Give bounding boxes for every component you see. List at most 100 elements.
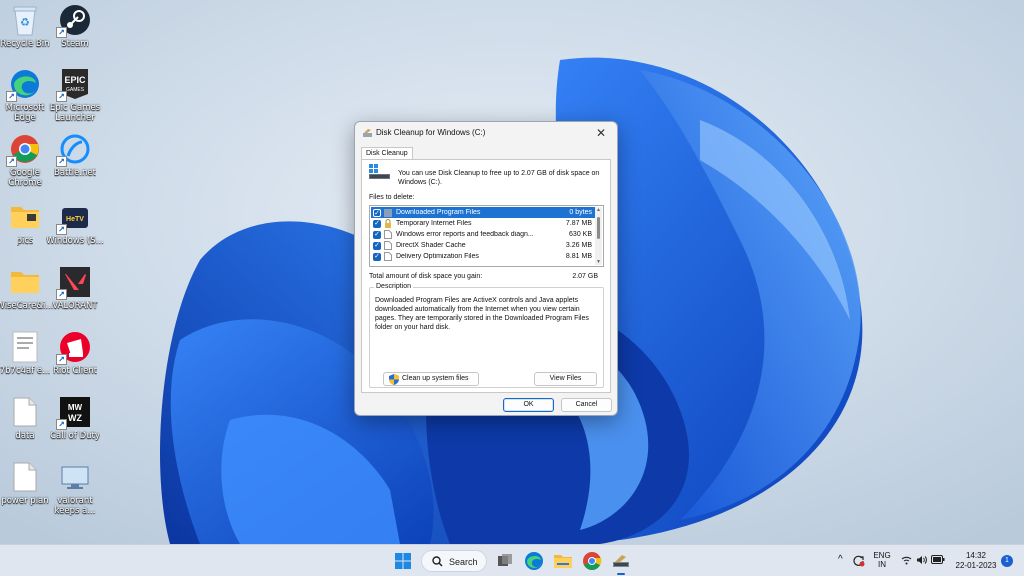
- lock-icon: [384, 219, 392, 228]
- desktop-icon-label: Epic Games Launcher: [49, 103, 101, 123]
- file-row-downloaded-program-files[interactable]: ✓ Downloaded Program Files 0 bytes: [371, 207, 595, 218]
- clock-time: 14:32: [965, 551, 987, 560]
- volume-icon[interactable]: [916, 555, 927, 565]
- shortcut-arrow-icon: ↗: [56, 224, 67, 235]
- shortcut-arrow-icon: ↗: [6, 156, 17, 167]
- folder-icon: [8, 200, 42, 234]
- ok-button[interactable]: OK: [503, 398, 554, 412]
- steam-icon: ↗: [56, 3, 92, 38]
- file-size: 3.26 MB: [565, 242, 592, 249]
- file-icon: [384, 230, 392, 239]
- desktop-icon-label: Riot Client: [52, 366, 98, 376]
- notification-badge[interactable]: 1: [1001, 555, 1013, 567]
- file-row-temporary-internet-files[interactable]: ✓ Temporary Internet Files 7.87 MB: [371, 218, 595, 229]
- valorant-icon: ↗: [56, 265, 92, 300]
- cancel-button[interactable]: Cancel: [561, 398, 612, 412]
- file-name: Downloaded Program Files: [396, 209, 481, 216]
- desktop-icon-epic-games[interactable]: EPIC GAMES ↗ Epic Games Launcher: [44, 67, 106, 129]
- file-row-windows-error-reports[interactable]: ✓ Windows error reports and feedback dia…: [371, 229, 595, 240]
- clean-up-system-files-button[interactable]: Clean up system files: [383, 372, 479, 386]
- shortcut-arrow-icon: ↗: [56, 27, 67, 38]
- scroll-down-arrow-icon[interactable]: ▼: [595, 259, 602, 265]
- svg-text:EPIC: EPIC: [64, 75, 86, 85]
- active-app-indicator: [617, 573, 625, 575]
- desktop-icon-valorant[interactable]: ↗ VALORANT: [44, 265, 106, 327]
- chevron-up-icon[interactable]: ^: [838, 554, 843, 565]
- description-group: Description Downloaded Program Files are…: [369, 283, 604, 388]
- drive-icon: [369, 164, 390, 179]
- file-checkbox[interactable]: ✓: [373, 241, 381, 250]
- svg-text:GAMES: GAMES: [66, 87, 85, 93]
- desktop-icon-call-of-duty[interactable]: MW WZ ↗ Call of Duty: [44, 395, 106, 457]
- language-indicator[interactable]: ENG IN: [873, 551, 891, 569]
- desktop-icon-label: Steam: [61, 39, 89, 49]
- shortcut-arrow-icon: ↗: [56, 354, 67, 365]
- svg-text:MW: MW: [68, 403, 83, 412]
- edge-icon: ↗: [6, 67, 42, 102]
- search-icon: [432, 556, 443, 567]
- file-explorer-icon[interactable]: [553, 551, 573, 571]
- folder-icon: [384, 208, 392, 217]
- battery-icon[interactable]: [931, 555, 945, 564]
- view-files-button[interactable]: View Files: [534, 372, 597, 386]
- file-checkbox[interactable]: ✓: [373, 230, 381, 239]
- document-thumbnail-icon: [8, 330, 42, 364]
- edge-taskbar-icon[interactable]: [524, 551, 544, 571]
- file-size: 0 bytes: [569, 209, 592, 216]
- file-icon: [384, 241, 392, 250]
- task-view-icon[interactable]: [495, 551, 515, 571]
- shortcut-arrow-icon: ↗: [56, 419, 67, 430]
- folder-icon: [8, 265, 42, 299]
- file-checkbox[interactable]: ✓: [373, 252, 381, 261]
- file-row-directx-shader-cache[interactable]: ✓ DirectX Shader Cache 3.26 MB: [371, 240, 595, 251]
- file-icon: [384, 252, 392, 261]
- files-to-delete-list[interactable]: ✓ Downloaded Program Files 0 bytes ✓ Tem…: [369, 205, 604, 267]
- dialog-titlebar[interactable]: Disk Cleanup for Windows (C:) ✕: [355, 122, 617, 144]
- text-file-icon: [8, 395, 42, 429]
- shortcut-arrow-icon: ↗: [56, 91, 67, 102]
- file-size: 7.87 MB: [565, 220, 592, 227]
- desktop-icon-label: Windows (S...: [46, 236, 104, 246]
- desktop-icon-label: valorant keeps a...: [54, 496, 96, 516]
- taskbar-search-box[interactable]: Search: [421, 550, 487, 572]
- svg-text:WZ: WZ: [68, 413, 82, 423]
- monitor-image-icon: [58, 460, 92, 494]
- shortcut-arrow-icon: ↗: [56, 156, 67, 167]
- scrollbar-thumb[interactable]: [597, 217, 600, 239]
- disk-cleanup-icon: [363, 129, 372, 137]
- desktop-icon-label: data: [15, 431, 35, 441]
- file-checkbox[interactable]: ✓: [373, 219, 381, 228]
- windows-start-icon[interactable]: [393, 551, 413, 571]
- files-list-scrollbar[interactable]: ▲ ▼: [595, 207, 602, 265]
- clock-date: 22-01-2023: [955, 561, 997, 570]
- disk-cleanup-dialog: Disk Cleanup for Windows (C:) ✕ Disk Cle…: [354, 121, 618, 416]
- riot-client-icon: ↗: [56, 330, 92, 365]
- desktop-icon-windows-app[interactable]: HeTV ↗ Windows (S...: [44, 200, 106, 262]
- file-size: 8.81 MB: [565, 253, 592, 260]
- wifi-icon[interactable]: [901, 555, 912, 565]
- shortcut-arrow-icon: ↗: [56, 289, 67, 300]
- file-checkbox[interactable]: ✓: [373, 208, 381, 217]
- chrome-taskbar-icon[interactable]: [582, 551, 602, 571]
- scroll-up-arrow-icon[interactable]: ▲: [595, 207, 602, 213]
- search-label: Search: [449, 557, 478, 567]
- desktop-icon-label: VALORANT: [52, 301, 98, 311]
- desktop-icon-valorant-image[interactable]: valorant keeps a...: [44, 460, 106, 522]
- svg-text:♻: ♻: [20, 16, 30, 29]
- region-code: IN: [878, 560, 886, 569]
- desktop-icon-label: Call of Duty: [50, 431, 100, 441]
- file-name: Temporary Internet Files: [396, 220, 472, 227]
- uac-shield-icon: [389, 374, 399, 385]
- clock[interactable]: 14:32 22-01-2023: [954, 551, 998, 571]
- file-row-delivery-optimization-files[interactable]: ✓ Delivery Optimization Files 8.81 MB: [371, 251, 595, 262]
- desktop-icon-label: pics: [16, 236, 34, 246]
- desktop-icon-steam[interactable]: ↗ Steam: [44, 3, 106, 65]
- disk-cleanup-taskbar-icon[interactable]: [611, 551, 631, 571]
- sync-icon[interactable]: [852, 554, 865, 567]
- files-to-delete-label: Files to delete:: [369, 194, 415, 201]
- file-size: 630 KB: [569, 231, 592, 238]
- desktop-icon-battlenet[interactable]: ↗ Battle.net: [44, 132, 106, 194]
- disk-cleanup-panel: You can use Disk Cleanup to free up to 2…: [361, 159, 611, 393]
- close-button[interactable]: ✕: [593, 125, 609, 141]
- desktop-icon-riot-client[interactable]: ↗ Riot Client: [44, 330, 106, 392]
